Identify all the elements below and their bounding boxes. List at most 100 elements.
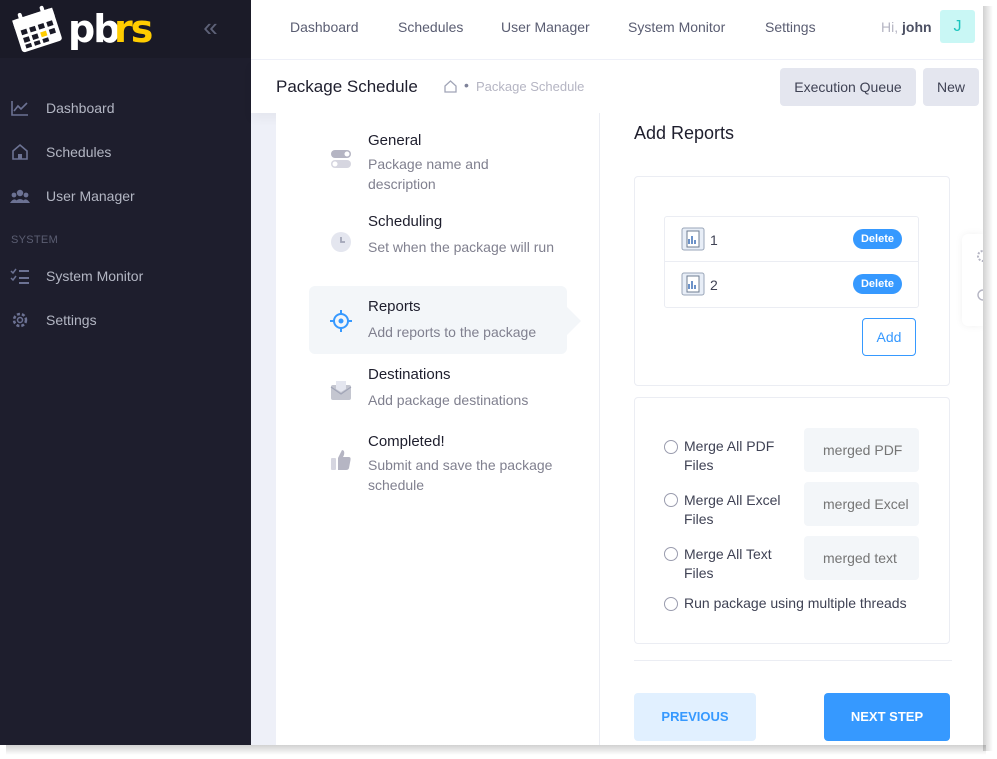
option-label: Merge All Excel Files — [684, 492, 781, 527]
window-shadow — [6, 745, 986, 755]
app-window: pb rs « Dashboard Schedules User Manager… — [0, 0, 983, 745]
report-file-icon — [681, 227, 705, 251]
greeting-text: Hi, — [881, 19, 899, 35]
sidebar-item-label: User Manager — [46, 188, 135, 204]
step-description: Add package destinations — [368, 392, 529, 408]
previous-button[interactable]: PREVIOUS — [634, 693, 756, 741]
target-icon — [330, 310, 352, 332]
option-label: Run package using multiple threads — [684, 595, 907, 611]
sidebar-item-label: Settings — [46, 312, 97, 328]
step-title: Completed! — [368, 433, 445, 450]
table-row[interactable]: 1 Delete — [665, 217, 918, 262]
option-label: Merge All PDF Files — [684, 438, 775, 473]
form-title: Add Reports — [634, 123, 735, 143]
merge-text-option: Merge All Text Files — [664, 536, 924, 581]
sidebar-item-label: System Monitor — [46, 268, 144, 284]
side-toolbar — [962, 234, 983, 326]
multiple-threads-radio[interactable] — [664, 597, 678, 611]
execution-queue-button[interactable]: Execution Queue — [780, 68, 916, 106]
option-label: Merge All Text Files — [684, 546, 772, 581]
merged-excel-name-input[interactable] — [804, 482, 919, 526]
gear-icon — [12, 312, 28, 328]
multiple-threads-option: Run package using multiple threads — [664, 594, 934, 616]
sidebar-item-label: Schedules — [46, 144, 112, 160]
step-description: Submit and save the package schedule — [368, 457, 553, 493]
header-menu-dashboard[interactable]: Dashboard — [290, 19, 359, 35]
wizard-card: General Package name and description Sch… — [276, 113, 983, 745]
breadcrumb-separator: • — [464, 77, 469, 93]
home-icon[interactable] — [443, 79, 458, 94]
gear-icon[interactable] — [973, 249, 983, 263]
double-chevron-left-icon[interactable]: « — [170, 0, 251, 58]
subheader: Package Schedule • Package Schedule Exec… — [251, 60, 983, 113]
merged-pdf-name-input[interactable] — [804, 428, 919, 472]
step-description: Add reports to the package — [368, 324, 537, 340]
options-box: Merge All PDF Files Merge All Excel File… — [634, 397, 950, 644]
header-menu-settings[interactable]: Settings — [765, 19, 816, 35]
svg-text:pb: pb — [68, 7, 119, 51]
merge-text-radio[interactable] — [664, 547, 678, 561]
divider — [634, 660, 952, 661]
sidebar-item-label: Dashboard — [46, 100, 115, 116]
delete-button[interactable]: Delete — [853, 274, 902, 294]
wizard-step-general[interactable]: General Package name and description — [309, 121, 567, 201]
top-header: Dashboard Schedules User Manager System … — [251, 0, 983, 60]
report-file-icon — [681, 272, 705, 296]
reports-box: 1 Delete 2 Delete Add — [634, 176, 950, 386]
wizard-step-completed[interactable]: Completed! Submit and save the package s… — [309, 431, 567, 501]
wizard-step-scheduling[interactable]: Scheduling Set when the package will run — [309, 203, 567, 283]
section-label: SYSTEM — [11, 234, 59, 246]
help-icon[interactable] — [973, 288, 983, 302]
page-title: Package Schedule — [276, 77, 418, 96]
delete-button[interactable]: Delete — [853, 229, 902, 249]
report-name: 1 — [710, 232, 718, 248]
sidebar-item-system-monitor[interactable]: System Monitor — [0, 254, 251, 298]
step-description: Package name and description — [368, 156, 489, 192]
step-title: Scheduling — [368, 213, 443, 230]
mail-box-icon — [330, 381, 352, 400]
add-report-button[interactable]: Add — [862, 318, 916, 356]
brand-bar: pb rs « — [0, 0, 251, 58]
merge-excel-option: Merge All Excel Files — [664, 482, 924, 527]
sidebar-item-user-manager[interactable]: User Manager — [0, 174, 251, 218]
header-menu-schedules[interactable]: Schedules — [398, 19, 463, 35]
chart-line-icon — [11, 101, 28, 116]
active-step-indicator — [567, 307, 581, 335]
next-step-button[interactable]: NEXT STEP — [824, 693, 950, 741]
sidebar-nav: Dashboard Schedules User Manager SYSTEM … — [0, 86, 251, 342]
sidebar-item-dashboard[interactable]: Dashboard — [0, 86, 251, 130]
header-menu-system-monitor[interactable]: System Monitor — [628, 19, 725, 35]
window-shadow — [983, 6, 993, 751]
header-menu-user-manager[interactable]: User Manager — [501, 19, 590, 35]
avatar[interactable]: J — [940, 10, 975, 43]
sidebar: pb rs « Dashboard Schedules User Manager… — [0, 0, 251, 745]
home-icon — [12, 143, 28, 160]
users-icon — [10, 189, 30, 203]
svg-text:rs: rs — [114, 7, 152, 51]
step-description: Set when the package will run — [368, 239, 554, 255]
step-title: Reports — [368, 298, 421, 315]
wizard-step-reports[interactable]: Reports Add reports to the package — [309, 286, 567, 354]
merge-excel-radio[interactable] — [664, 493, 678, 507]
thumbs-up-icon — [331, 450, 351, 470]
sidebar-section-system: SYSTEM — [0, 218, 251, 254]
step-title: Destinations — [368, 366, 451, 383]
merge-pdf-radio[interactable] — [664, 440, 678, 454]
step-title: General — [368, 132, 422, 149]
sidebar-item-settings[interactable]: Settings — [0, 298, 251, 342]
toggle-icon — [331, 150, 351, 168]
sidebar-item-schedules[interactable]: Schedules — [0, 130, 251, 174]
wizard-steps: General Package name and description Sch… — [276, 113, 600, 745]
new-button[interactable]: New — [923, 68, 979, 106]
table-row[interactable]: 2 Delete — [665, 262, 918, 307]
user-greeting[interactable]: Hi, john — [881, 19, 932, 35]
merged-text-name-input[interactable] — [804, 536, 919, 580]
breadcrumb[interactable]: Package Schedule — [476, 79, 584, 94]
clock-icon — [331, 232, 351, 252]
username: john — [902, 19, 932, 35]
list-check-icon — [10, 268, 29, 284]
pbrs-logo[interactable]: pb rs — [10, 3, 160, 53]
wizard-form: Add Reports 1 Delete 2 Delete Add Merge … — [601, 113, 983, 745]
wizard-step-destinations[interactable]: Destinations Add package destinations — [309, 363, 567, 423]
merge-pdf-option: Merge All PDF Files — [664, 428, 924, 473]
